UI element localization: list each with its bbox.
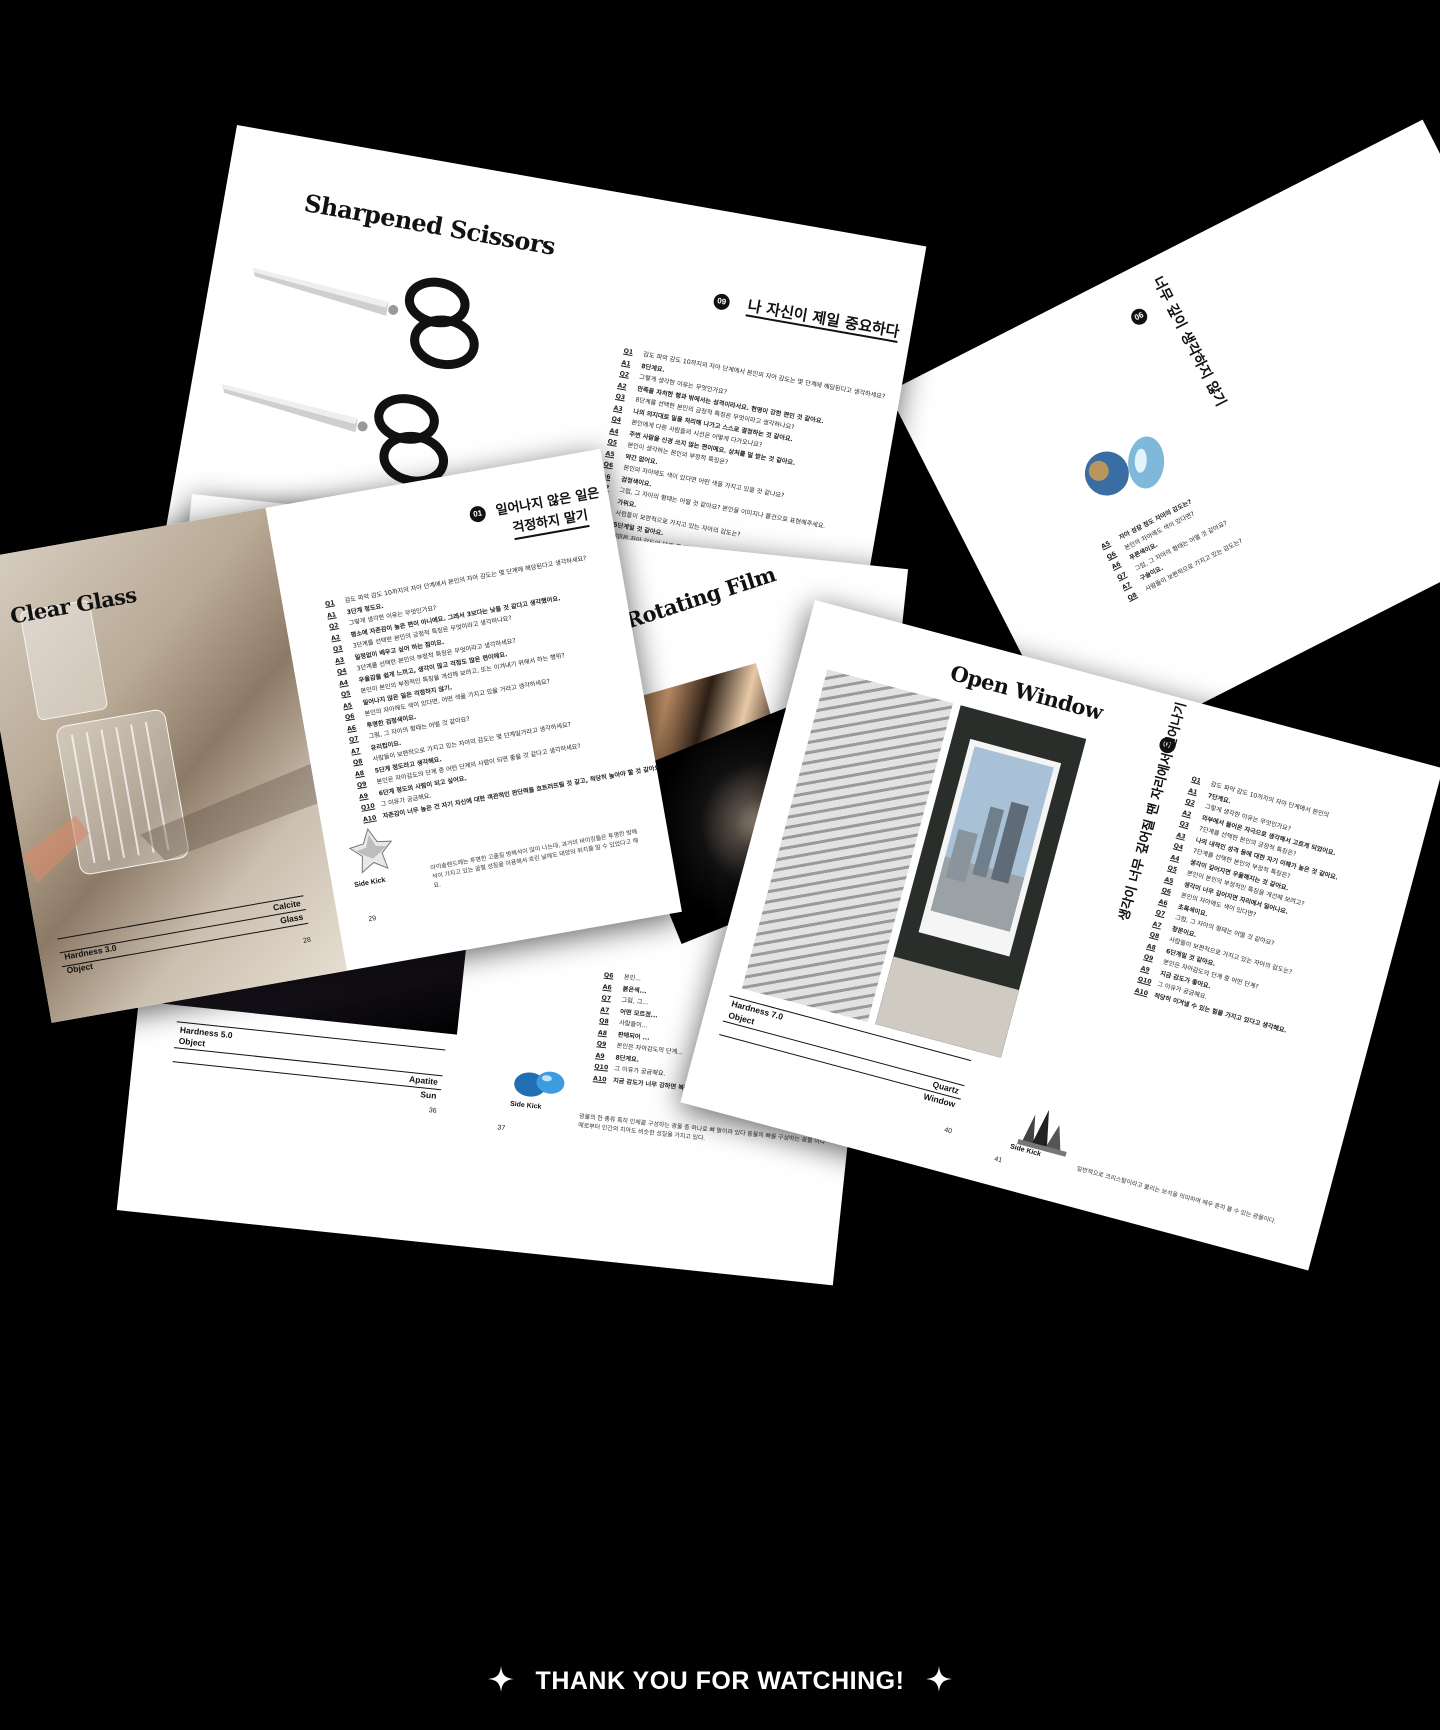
qa-label: A10 (1134, 986, 1149, 997)
calcite-crystal-icon (348, 827, 393, 874)
section-number-badge: 09 (712, 292, 731, 311)
sidekick-note: 아이솔렌드에는 투명한 고품질 방해석이 많이 나는데, 과거의 바이킹들은 투… (430, 829, 639, 890)
page-number-right: 41 (993, 1155, 1003, 1165)
footer-message: THANK YOU FOR WATCHING! (0, 1666, 1440, 1699)
qa-label: A10 (592, 1074, 607, 1084)
section-number-badge: 01 (468, 504, 487, 524)
apatite-stone-icon (514, 1071, 565, 1097)
spread-title: Sharpened Scissors (302, 188, 558, 261)
spread-title: Rotating Film (622, 561, 779, 634)
page-number-right: 37 (497, 1124, 506, 1133)
sparkle-icon (487, 1666, 514, 1699)
qa-list-glass: Q1 감도 파악 감도 10까지의 자아 단계에서 본인의 자아 감도는 몇 단계… (324, 546, 663, 825)
section-heading-06: 06 (1128, 305, 1150, 328)
footer-text: THANK YOU FOR WATCHING! (535, 1667, 905, 1696)
object-value: Sun (419, 1089, 437, 1101)
presentation-stage: 06 너무 깊이 생각하지 않기 A5 자아 성장 정도 자아의 감도는? Q6 본인… (0, 0, 1440, 1730)
sidekick-label: Side Kick (353, 876, 387, 890)
section-title: 나 자신이 제일 중요하다 (745, 296, 901, 343)
sidekick-note: 일반적으로 크리스탈이라고 불리는 보석을 의미하며 매우 흔히 볼 수 있는 … (1075, 1166, 1277, 1226)
mineral-value: Apatite (408, 1073, 439, 1087)
qa-list-window: Q1 감도 파악 감도 10까지의 자아 단계에서 본인의 A1 7단계요. Q2 그렇게… (1133, 774, 1354, 1039)
page-number-right: 29 (367, 914, 377, 924)
gem-illustration (1084, 436, 1165, 496)
object-label: Object (178, 1035, 206, 1049)
section-title: 너무 깊이 생각하지 않기 (1149, 274, 1229, 410)
page-number-left: 36 (428, 1107, 437, 1115)
section-number-badge: 06 (1128, 305, 1150, 328)
page-number-left: 40 (943, 1126, 953, 1136)
sparkle-icon (926, 1666, 953, 1699)
page-number-left: 28 (302, 936, 312, 945)
section-heading-09: 09 나 자신이 제일 중요하다 (712, 291, 901, 343)
